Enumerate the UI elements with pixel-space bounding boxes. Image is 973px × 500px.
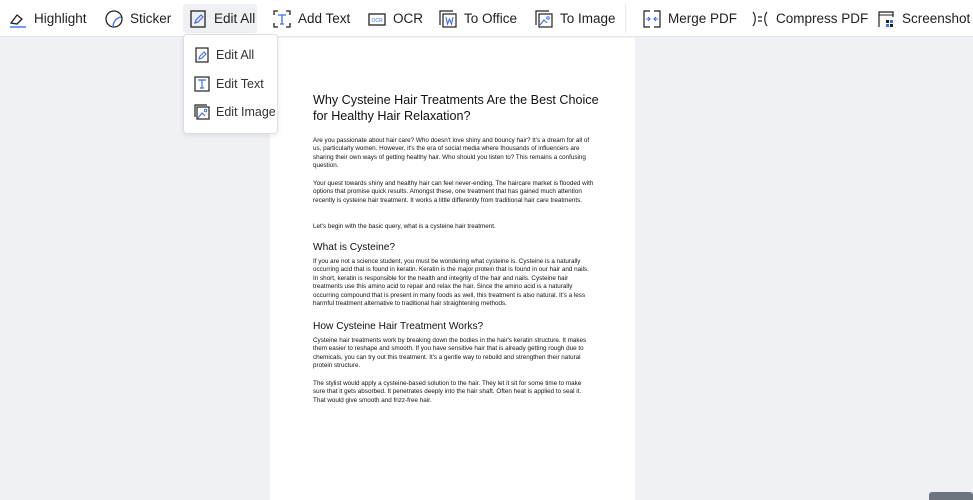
edit-all-icon — [192, 45, 212, 65]
add-text-button[interactable]: Add Text — [267, 4, 355, 33]
to-office-label: To Office — [464, 11, 518, 26]
paragraph: The stylist would apply a cysteine-based… — [313, 380, 582, 404]
ocr-label: OCR — [393, 11, 423, 26]
ocr-button[interactable]: OCR OCR — [362, 4, 428, 33]
toolbar: Highlight Sticker Edit All Add Text OCR … — [0, 0, 973, 37]
menu-item-edit-text[interactable]: Edit Text — [192, 73, 264, 95]
highlight-icon — [8, 9, 28, 29]
menu-item-label: Edit Image — [216, 105, 276, 119]
merge-pdf-icon — [642, 9, 662, 29]
edit-image-icon — [192, 102, 212, 122]
screenshot-button[interactable]: Screenshot — [871, 4, 973, 33]
to-image-button[interactable]: To Image — [529, 4, 621, 33]
add-text-icon — [272, 9, 292, 29]
compress-pdf-label: Compress PDF — [776, 11, 869, 26]
to-image-label: To Image — [560, 11, 616, 26]
document-title: Why Cysteine Hair Treatments Are the Bes… — [313, 93, 599, 123]
svg-text:OCR: OCR — [371, 18, 383, 24]
paragraph: Cysteine hair treatments work by breakin… — [313, 337, 587, 370]
sticker-label: Sticker — [130, 11, 172, 26]
screenshot-icon — [876, 9, 896, 29]
paragraph: If you are not a science student, you mu… — [313, 258, 589, 308]
compress-pdf-button[interactable]: Compress PDF — [745, 4, 873, 33]
section-heading: What is Cysteine? — [313, 242, 396, 253]
add-text-label: Add Text — [298, 11, 351, 26]
edit-all-button[interactable]: Edit All — [183, 4, 257, 33]
edit-text-icon — [192, 74, 212, 94]
sticker-icon — [104, 9, 124, 29]
pdf-page: Why Cysteine Hair Treatments Are the Bes… — [270, 38, 635, 500]
sticker-button[interactable]: Sticker — [99, 4, 176, 33]
screenshot-label: Screenshot — [902, 11, 971, 26]
paragraph: Let's begin with the basic query, what i… — [313, 223, 496, 230]
toolbar-divider — [625, 4, 626, 33]
menu-item-edit-image[interactable]: Edit Image — [192, 101, 276, 123]
to-office-button[interactable]: To Office — [433, 4, 522, 33]
highlight-button[interactable]: Highlight — [3, 4, 92, 33]
edit-all-dropdown-menu: Edit All Edit Text Edit Image — [183, 34, 278, 134]
highlight-label: Highlight — [34, 11, 87, 26]
menu-item-label: Edit All — [216, 48, 255, 62]
floating-panel-handle[interactable] — [929, 492, 973, 500]
menu-item-edit-all[interactable]: Edit All — [192, 44, 254, 66]
merge-pdf-label: Merge PDF — [668, 11, 738, 26]
section-heading: How Cysteine Hair Treatment Works? — [313, 321, 484, 332]
edit-all-label: Edit All — [214, 11, 256, 26]
compress-pdf-icon — [750, 9, 770, 29]
paragraph: Are you passionate about hair care? Who … — [313, 137, 590, 170]
edit-all-icon — [188, 9, 208, 29]
to-image-icon — [534, 9, 554, 29]
merge-pdf-button[interactable]: Merge PDF — [637, 4, 742, 33]
ocr-icon: OCR — [367, 9, 387, 29]
paragraph: Your quest towards shiny and healthy hai… — [313, 180, 594, 204]
to-office-icon — [438, 9, 458, 29]
menu-item-label: Edit Text — [216, 77, 264, 91]
